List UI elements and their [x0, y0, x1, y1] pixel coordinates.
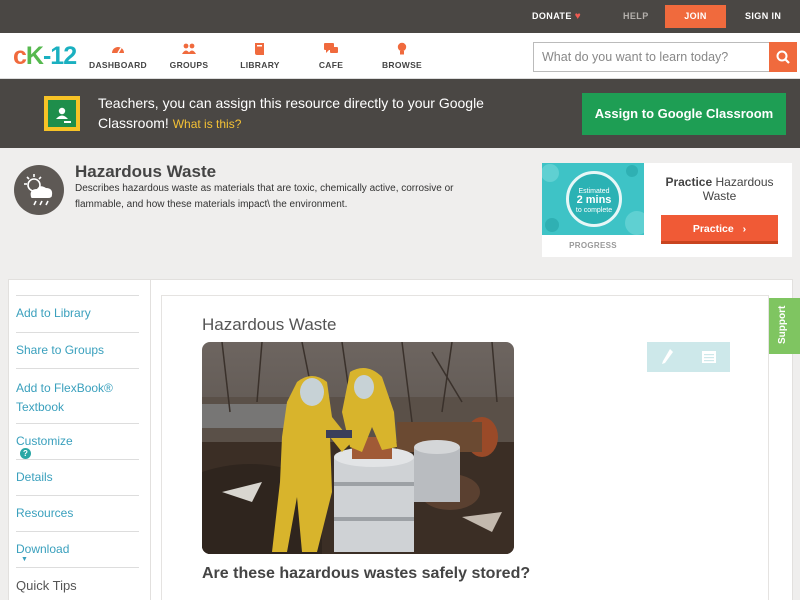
- support-label: Support: [777, 305, 788, 344]
- book-icon: [255, 43, 264, 55]
- nav-library-label: LIBRARY: [240, 60, 280, 70]
- sidebar-item-download[interactable]: Download ▼: [16, 531, 139, 567]
- google-classroom-icon: [44, 96, 80, 131]
- help-icon[interactable]: ?: [20, 448, 31, 459]
- concept-title: Hazardous Waste: [75, 162, 217, 181]
- search-button[interactable]: [769, 42, 797, 72]
- classroom-banner: Teachers, you can assign this resource d…: [0, 79, 800, 148]
- top-utility-bar: DONATE ♥ HELP JOIN SIGN IN: [0, 0, 800, 33]
- nav-library[interactable]: LIBRARY: [220, 42, 300, 70]
- main-nav: cK-12 DASHBOARD GROUPS LIBRARY CAFE BROW…: [0, 33, 800, 79]
- sign-in-link[interactable]: SIGN IN: [745, 0, 781, 33]
- chat-icon: [324, 43, 338, 53]
- nav-browse[interactable]: BROWSE: [362, 42, 442, 70]
- logo-c: c: [13, 42, 27, 70]
- bulb-icon: [397, 42, 407, 55]
- article-tools: [647, 342, 730, 372]
- sidebar-item-label: Resources: [16, 506, 74, 520]
- sidebar-item-resources[interactable]: Resources: [16, 495, 139, 531]
- classroom-banner-text: Teachers, you can assign this resource d…: [98, 93, 548, 134]
- practice-title-rest: Hazardous Waste: [702, 175, 774, 203]
- estimate-ring: Estimated 2 mins to complete: [566, 171, 622, 227]
- notes-icon[interactable]: [701, 350, 717, 364]
- article-title: Hazardous Waste: [202, 315, 337, 334]
- concept-description: Describes hazardous waste as materials t…: [75, 183, 454, 210]
- article-caption: Are these hazardous wastes safely stored…: [202, 565, 531, 582]
- weather-concept-icon: [14, 165, 64, 215]
- sidebar-item-quick-tips[interactable]: Quick Tips: [16, 567, 139, 600]
- sidebar-item-customize[interactable]: Customize?: [16, 423, 139, 459]
- nav-cafe-label: CAFE: [318, 60, 344, 70]
- search-icon: [776, 50, 790, 64]
- nav-groups[interactable]: GROUPS: [149, 42, 229, 70]
- action-sidebar: Add to Library Share to Groups Add to Fl…: [8, 279, 151, 600]
- sidebar-item-label: Add to FlexBook® Textbook: [16, 381, 113, 414]
- classroom-message: Teachers, you can assign this resource d…: [98, 95, 484, 131]
- practice-button[interactable]: Practice ›: [661, 215, 778, 244]
- nav-dashboard[interactable]: DASHBOARD: [78, 42, 158, 70]
- nav-groups-label: GROUPS: [169, 60, 209, 70]
- sidebar-item-add-to-flexbook[interactable]: Add to FlexBook® Textbook: [16, 368, 139, 423]
- sidebar-item-details[interactable]: Details: [16, 459, 139, 495]
- sidebar-item-label: Quick Tips: [16, 578, 77, 593]
- practice-estimate-badge: Estimated 2 mins to complete: [542, 163, 644, 235]
- practice-title-bold: Practice: [665, 175, 713, 189]
- what-is-this-link[interactable]: What is this?: [173, 117, 242, 131]
- join-button[interactable]: JOIN: [665, 5, 726, 28]
- pencil-icon[interactable]: [661, 348, 675, 366]
- sidebar-item-label: Add to Library: [16, 306, 91, 320]
- ring-bottom-text: to complete: [575, 207, 613, 214]
- sidebar-item-label: Customize: [16, 434, 73, 448]
- sidebar-item-label: Download: [16, 542, 70, 556]
- heart-icon: ♥: [574, 11, 582, 22]
- sidebar-item-share-to-groups[interactable]: Share to Groups: [16, 332, 139, 368]
- logo-k: K: [25, 42, 44, 70]
- help-link[interactable]: HELP: [623, 0, 649, 33]
- practice-card: Estimated 2 mins to complete PROGRESS Pr…: [542, 163, 792, 257]
- sidebar-item-label: Share to Groups: [16, 343, 105, 357]
- nav-dashboard-label: DASHBOARD: [89, 60, 147, 70]
- hazmat-workers-photo: [202, 342, 514, 554]
- nav-browse-label: BROWSE: [381, 60, 423, 70]
- caret-down-icon: ▼: [21, 556, 28, 563]
- sidebar-item-add-to-library[interactable]: Add to Library: [16, 295, 139, 332]
- nav-cafe[interactable]: CAFE: [291, 42, 371, 70]
- ck12-logo[interactable]: cK-12: [13, 42, 77, 70]
- progress-label: PROGRESS: [569, 241, 617, 250]
- assign-google-classroom-button[interactable]: Assign to Google Classroom: [582, 93, 786, 135]
- practice-button-label: Practice: [692, 223, 734, 235]
- support-tab[interactable]: Support: [769, 298, 800, 354]
- gauge-icon: [112, 47, 124, 54]
- search-box: [533, 42, 769, 72]
- chevron-right-icon: ›: [742, 223, 747, 235]
- donate-link[interactable]: DONATE ♥: [532, 0, 581, 33]
- search-input[interactable]: [534, 43, 769, 71]
- practice-title: Practice Hazardous Waste: [652, 175, 787, 203]
- ring-time-text: 2 mins: [576, 194, 612, 206]
- sidebar-item-label: Details: [16, 470, 53, 484]
- people-icon: [182, 43, 196, 54]
- donate-label: DONATE: [532, 11, 572, 21]
- logo-number: 12: [50, 42, 77, 70]
